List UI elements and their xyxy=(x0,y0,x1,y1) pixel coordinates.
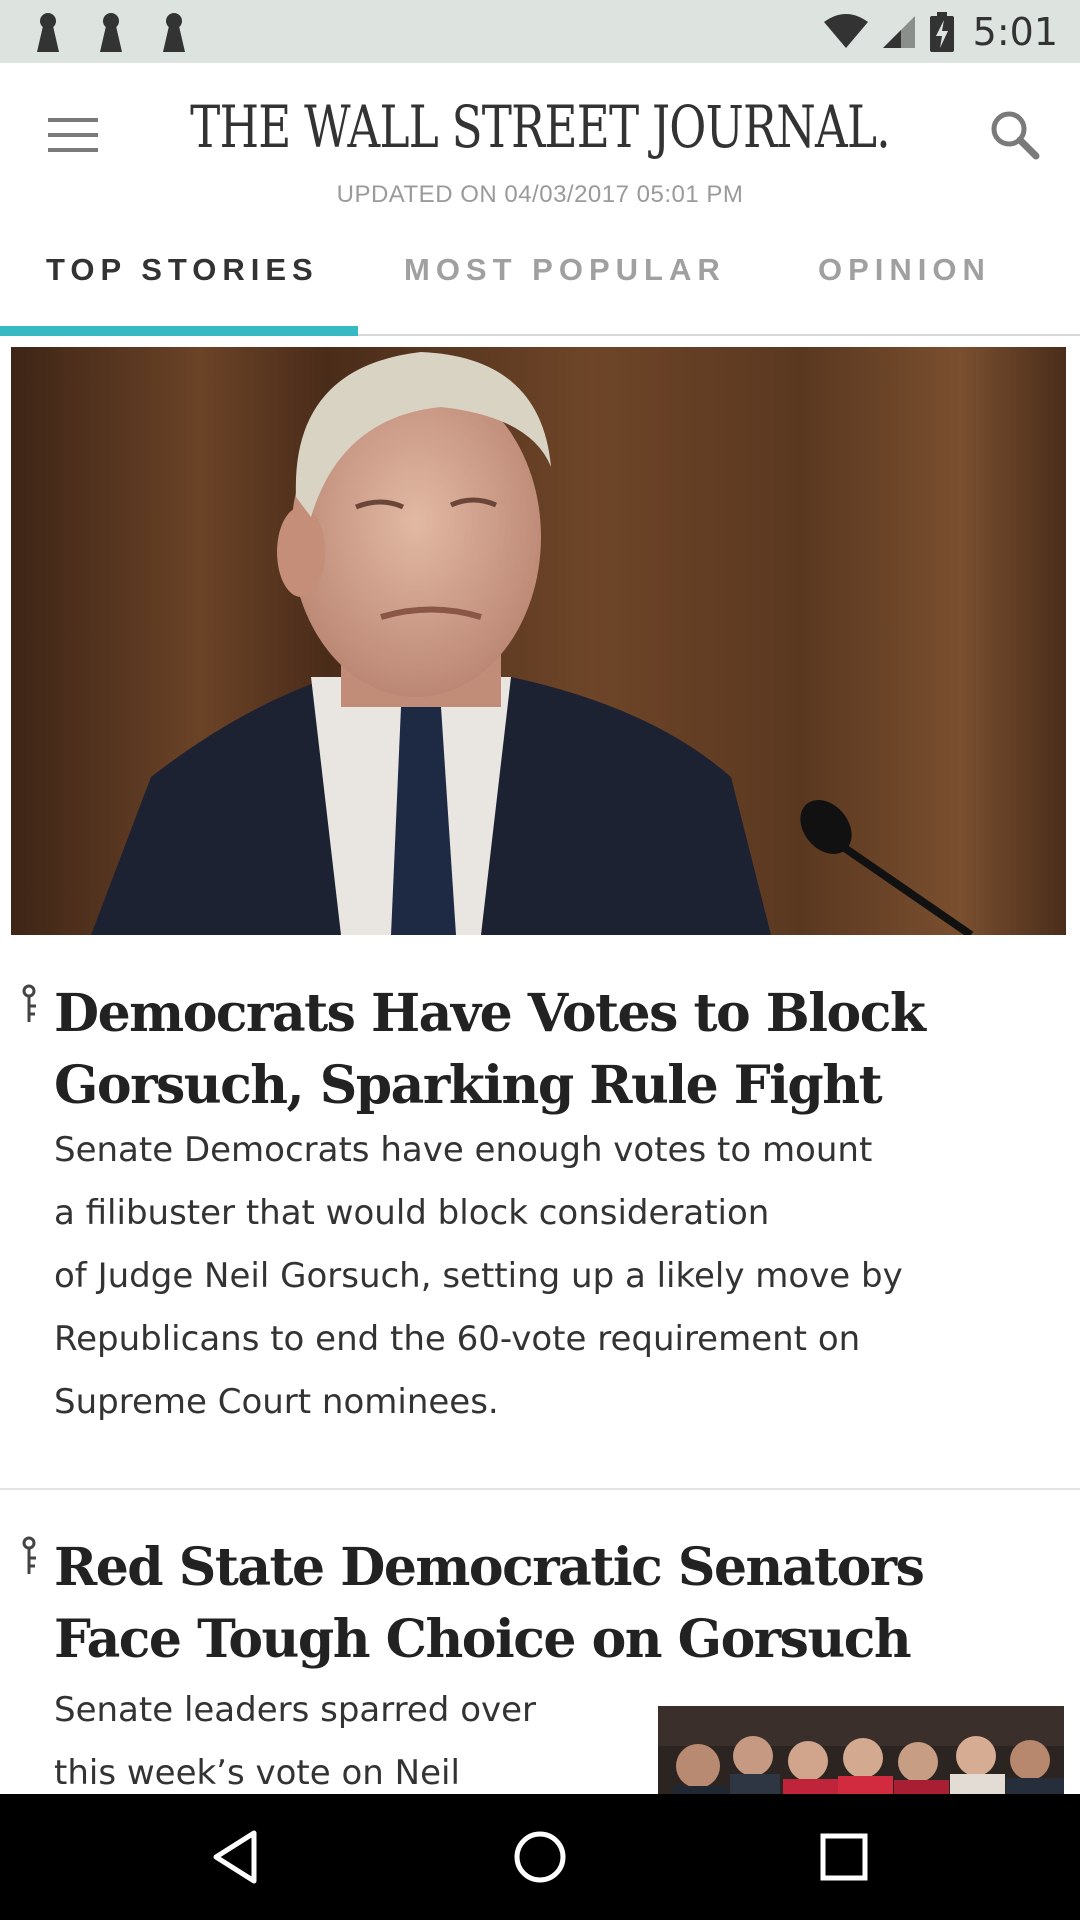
cell-signal-icon xyxy=(882,15,915,48)
tab-opinion[interactable]: OPINION xyxy=(818,252,991,288)
summary-line: Supreme Court nominees. xyxy=(54,1382,499,1422)
active-tab-indicator xyxy=(0,326,358,336)
summary-line: Republicans to end the 60-vote requireme… xyxy=(54,1319,861,1359)
back-icon[interactable] xyxy=(206,1827,266,1887)
menu-icon[interactable] xyxy=(48,116,98,154)
summary-line: this week’s vote on Neil xyxy=(54,1753,460,1793)
system-status: 5:01 xyxy=(823,0,1058,63)
wifi-icon xyxy=(823,13,868,48)
system-nav-bar xyxy=(0,1794,1080,1920)
tab-most-popular[interactable]: MOST POPULAR xyxy=(404,252,726,288)
clock: 5:01 xyxy=(972,9,1058,54)
recents-icon[interactable] xyxy=(814,1827,874,1887)
article-headline[interactable]: Democrats Have Votes to Block Gorsuch, S… xyxy=(54,978,1034,1122)
summary-line: Senate leaders sparred over xyxy=(54,1690,537,1730)
article-divider xyxy=(0,1488,1080,1490)
keyhole-icon xyxy=(100,13,122,52)
article-summary: Senate Democrats have enough votes to mo… xyxy=(54,1119,903,1434)
app-header: THE WALL STREET JOURNAL. UPDATED ON 04/0… xyxy=(0,63,1080,208)
summary-line: of Judge Neil Gorsuch, setting up a like… xyxy=(54,1256,903,1296)
key-icon xyxy=(22,1536,36,1574)
article-headline[interactable]: Red State Democratic Senators Face Tough… xyxy=(54,1532,1034,1676)
section-tabs: TOP STORIES MOST POPULAR OPINION xyxy=(0,208,1080,336)
search-icon[interactable] xyxy=(988,108,1040,160)
keyhole-icon xyxy=(163,13,185,52)
summary-line: a filibuster that would block considerat… xyxy=(54,1193,770,1233)
masthead-logo[interactable]: THE WALL STREET JOURNAL. xyxy=(119,93,961,161)
status-bar: 5:01 xyxy=(0,0,1080,63)
home-icon[interactable] xyxy=(510,1827,570,1887)
tab-top-stories[interactable]: TOP STORIES xyxy=(46,252,319,288)
article-summary: Senate leaders sparred over this week’s … xyxy=(54,1679,536,1794)
updated-timestamp: UPDATED ON 04/03/2017 05:01 PM xyxy=(336,181,744,208)
keyhole-icon xyxy=(37,13,59,52)
key-icon xyxy=(22,984,36,1022)
hero-photo[interactable] xyxy=(11,347,1066,935)
article-thumbnail[interactable] xyxy=(658,1706,1064,1794)
battery-charging-icon xyxy=(929,11,954,52)
summary-line: Senate Democrats have enough votes to mo… xyxy=(54,1130,873,1170)
story-feed[interactable]: Democrats Have Votes to Block Gorsuch, S… xyxy=(0,336,1080,1794)
